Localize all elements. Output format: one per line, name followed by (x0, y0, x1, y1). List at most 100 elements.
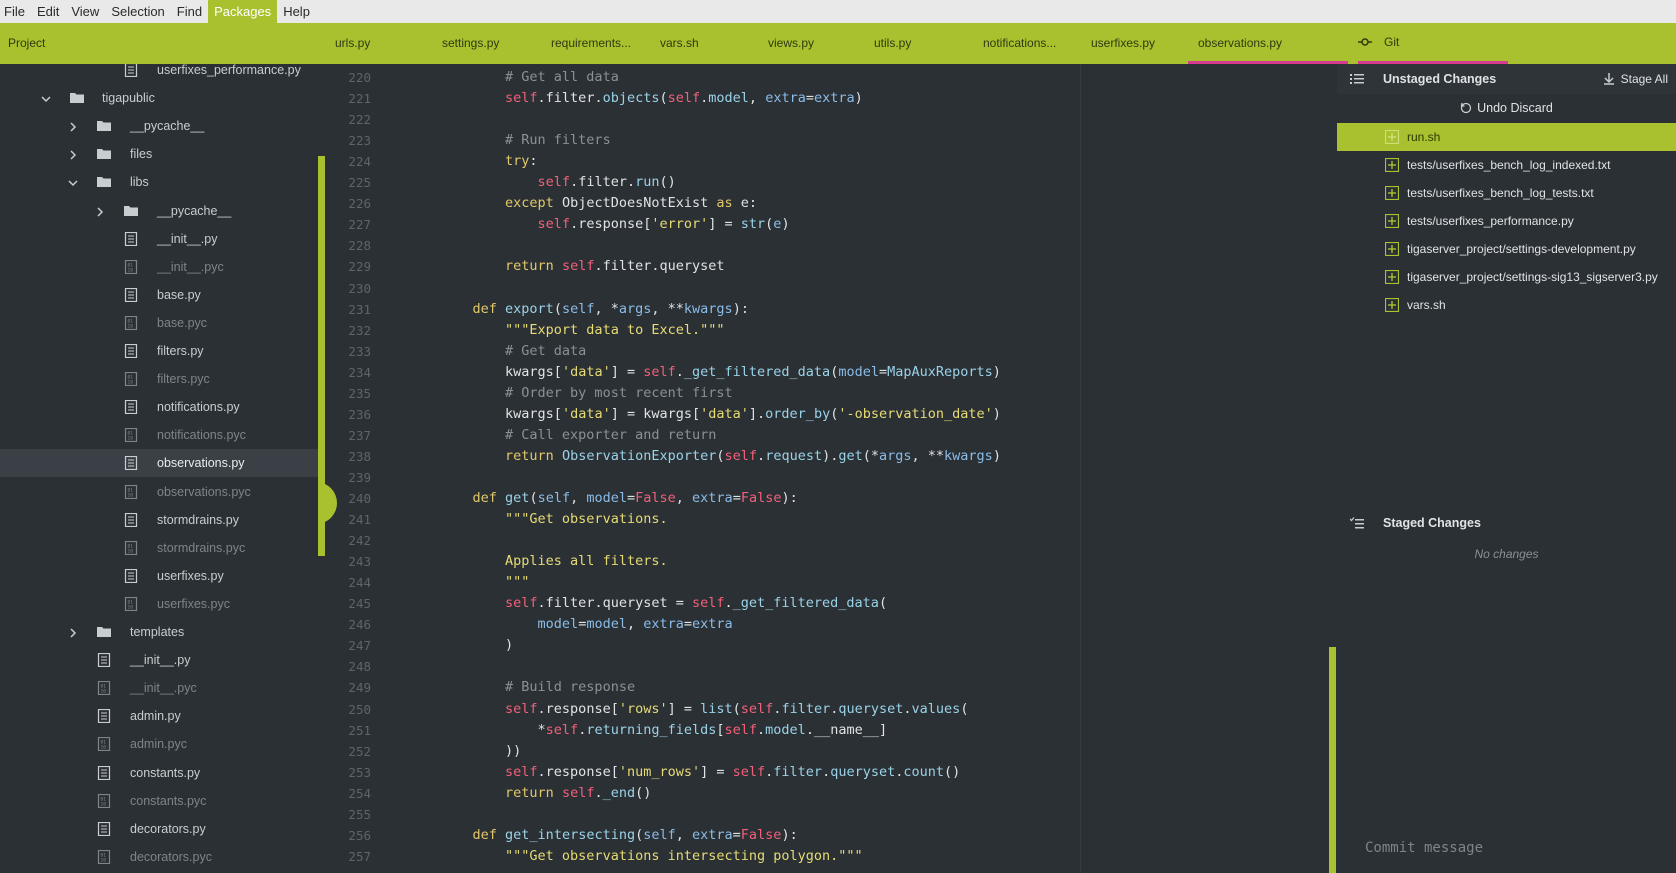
tree-file[interactable]: 01 10 __init__.pyc (0, 253, 318, 281)
code-line[interactable]: # Get all data (440, 69, 619, 85)
tree-file[interactable]: userfixes_performance.py (0, 64, 318, 84)
tree-file[interactable]: 01 10 observations.pyc (0, 478, 318, 506)
chevron-down-icon[interactable] (41, 93, 51, 103)
chevron-right-icon[interactable] (68, 149, 78, 160)
chevron-right-icon[interactable] (68, 121, 78, 132)
tree-folder[interactable]: __pycache__ (0, 112, 318, 140)
code-line[interactable]: """Get observations. (440, 511, 668, 527)
unstaged-file-item[interactable]: tigaserver_project/settings-development.… (1337, 235, 1676, 263)
code-line[interactable]: return self._end() (440, 785, 651, 801)
tree-file[interactable]: constants.py (0, 759, 318, 787)
code-line[interactable]: Applies all filters. (440, 553, 668, 569)
tab-notifications[interactable]: notifications... (983, 23, 1056, 64)
chevron-right-icon[interactable] (95, 206, 105, 217)
line-number: 236 (348, 406, 371, 422)
code-line[interactable]: kwargs['data'] = kwargs['data'].order_by… (440, 406, 1001, 422)
tab-vars-sh[interactable]: vars.sh (660, 23, 699, 64)
tree-file[interactable]: base.py (0, 281, 318, 309)
unstaged-file-item[interactable]: vars.sh (1337, 291, 1676, 319)
tab-observations-py[interactable]: observations.py (1188, 23, 1348, 64)
tab-requirements[interactable]: requirements... (551, 23, 631, 64)
code-line[interactable]: try: (440, 153, 538, 169)
tree-file[interactable]: stormdrains.py (0, 506, 318, 534)
tab-views-py[interactable]: views.py (768, 23, 814, 64)
tree-file[interactable]: 01 10 admin.pyc (0, 730, 318, 758)
tree-file[interactable]: notifications.py (0, 393, 318, 421)
tree-file[interactable]: admin.py (0, 702, 318, 730)
code-line[interactable]: model=model, extra=extra (440, 616, 733, 632)
code-line[interactable]: # Call exporter and return (440, 427, 716, 443)
unstaged-file-item[interactable]: tests/userfixes_bench_log_tests.txt (1337, 179, 1676, 207)
chevron-down-icon[interactable] (68, 177, 78, 187)
menu-selection[interactable]: Selection (105, 0, 170, 23)
code-line[interactable]: self.response['error'] = str(e) (440, 216, 790, 232)
unstaged-file-item[interactable]: tests/userfixes_performance.py (1337, 207, 1676, 235)
tree-file[interactable]: 01 10 __init__.pyc (0, 674, 318, 702)
code-line[interactable]: """Get observations intersecting polygon… (440, 848, 863, 864)
unstaged-file-item[interactable]: tests/userfixes_bench_log_indexed.txt (1337, 151, 1676, 179)
code-editor[interactable]: 220 221 222 223 224 225 226 227 228 229 230 231 232 2… (325, 64, 1337, 873)
tab-urls-py[interactable]: urls.py (335, 23, 370, 64)
tab-settings-py[interactable]: settings.py (442, 23, 499, 64)
code-line[interactable]: kwargs['data'] = self._get_filtered_data… (440, 364, 1001, 380)
undo-discard-button[interactable]: Undo Discard (1337, 94, 1676, 122)
code-line[interactable]: )) (440, 743, 521, 759)
unstaged-file-item[interactable]: run.sh (1337, 123, 1676, 151)
tree-file[interactable]: 01 10 notifications.pyc (0, 421, 318, 449)
tree-file[interactable]: userfixes.py (0, 562, 318, 590)
menu-edit[interactable]: Edit (31, 0, 65, 23)
tree-file[interactable]: 01 10 base.pyc (0, 309, 318, 337)
tab-git[interactable]: Git (1358, 23, 1508, 64)
chevron-right-icon[interactable] (68, 627, 78, 638)
tree-file[interactable]: decorators.py (0, 815, 318, 843)
code-line[interactable]: self.filter.objects(self.model, extra=ex… (440, 90, 863, 106)
code-line[interactable]: # Order by most recent first (440, 385, 733, 401)
tree-folder[interactable]: libs (0, 168, 318, 196)
code-line[interactable]: def get(self, model=False, extra=False): (440, 490, 798, 506)
code-line[interactable]: except ObjectDoesNotExist as e: (440, 195, 757, 211)
project-tree[interactable]: userfixes_performance.py tigapublic __pyca… (0, 64, 325, 873)
code-line[interactable]: # Build response (440, 679, 635, 695)
code-line[interactable]: self.response['num_rows'] = self.filter.… (440, 764, 960, 780)
tree-file[interactable]: 01 10 constants.pyc (0, 787, 318, 815)
code-line[interactable]: return ObservationExporter(self.request)… (440, 448, 1001, 464)
git-scrollbar[interactable] (1329, 647, 1336, 873)
tree-folder[interactable]: templates (0, 618, 318, 646)
code-line[interactable]: """ (440, 574, 529, 590)
commit-message-input[interactable] (1337, 823, 1676, 873)
tree-scrollbar[interactable] (318, 156, 325, 556)
code-line[interactable]: def export(self, *args, **kwargs): (440, 301, 749, 317)
code-line[interactable]: return self.filter.queryset (440, 258, 724, 274)
tree-file[interactable]: filters.py (0, 337, 318, 365)
tab-userfixes-py[interactable]: userfixes.py (1091, 23, 1155, 64)
stage-all-button[interactable]: Stage All (1603, 64, 1668, 94)
unstaged-file-item[interactable]: tigaserver_project/settings-sig13_sigser… (1337, 263, 1676, 291)
code-line[interactable]: *self.returning_fields[self.model.__name… (440, 722, 888, 738)
code-line[interactable]: self.filter.run() (440, 174, 676, 190)
tree-file[interactable]: 01 10 filters.pyc (0, 365, 318, 393)
tab-project[interactable]: Project (8, 23, 45, 64)
code-line[interactable]: self.response['rows'] = list(self.filter… (440, 701, 968, 717)
tree-file[interactable]: __init__.py (0, 225, 318, 253)
code-line[interactable]: def get_intersecting(self, extra=False): (440, 827, 798, 843)
menu-find[interactable]: Find (171, 0, 208, 23)
tab-utils-py[interactable]: utils.py (874, 23, 911, 64)
line-number: 243 (348, 554, 371, 570)
tree-folder[interactable]: __pycache__ (0, 197, 318, 225)
tree-file[interactable]: observations.py (0, 449, 318, 478)
tree-file[interactable]: 01 10 stormdrains.pyc (0, 534, 318, 562)
tree-folder[interactable]: tigapublic (0, 84, 318, 112)
code-line[interactable]: self.filter.queryset = self._get_filtere… (440, 595, 887, 611)
menu-view[interactable]: View (65, 0, 105, 23)
menu-help[interactable]: Help (277, 0, 316, 23)
code-line[interactable]: # Run filters (440, 132, 611, 148)
menu-packages[interactable]: Packages (208, 0, 278, 23)
tree-file[interactable]: 01 10 userfixes.pyc (0, 590, 318, 618)
code-line[interactable]: """Export data to Excel.""" (440, 322, 724, 338)
tree-file[interactable]: 01 10 decorators.pyc (0, 843, 318, 871)
tree-file[interactable]: __init__.py (0, 646, 318, 674)
code-line[interactable]: ) (440, 637, 513, 653)
code-line[interactable]: # Get data (440, 343, 586, 359)
menu-file[interactable]: File (0, 0, 31, 23)
tree-folder[interactable]: files (0, 140, 318, 168)
